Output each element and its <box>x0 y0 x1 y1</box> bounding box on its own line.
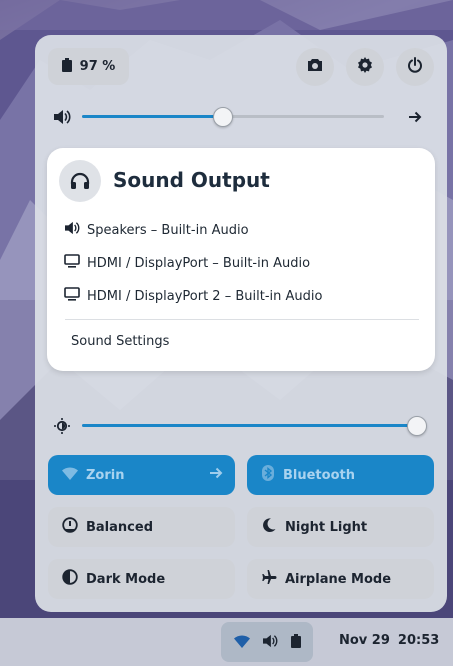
wifi-toggle[interactable]: Zorin <box>48 455 235 495</box>
output-device-label: HDMI / DisplayPort – Built-in Audio <box>87 255 311 271</box>
monitor-icon <box>64 254 80 272</box>
airplane-mode-toggle[interactable]: Airplane Mode <box>247 559 434 599</box>
volume-slider-fill <box>82 115 224 118</box>
gear-icon <box>357 57 373 77</box>
power-mode-label: Balanced <box>86 519 153 535</box>
output-device-speakers[interactable]: Speakers – Built-in Audio <box>64 218 249 242</box>
sound-output-title: Sound Output <box>113 168 270 192</box>
clock[interactable]: Nov 29 20:53 <box>339 633 439 648</box>
monitor-icon <box>64 287 80 305</box>
battery-status[interactable]: 97 % <box>48 48 129 85</box>
airplane-mode-label: Airplane Mode <box>285 571 392 587</box>
airplane-icon <box>261 569 277 589</box>
power-mode-toggle[interactable]: Balanced <box>48 507 235 547</box>
settings-button[interactable] <box>346 48 384 86</box>
output-device-label: Speakers – Built-in Audio <box>87 222 249 238</box>
gauge-icon <box>62 517 78 537</box>
headphones-icon <box>59 160 101 202</box>
battery-icon <box>61 57 72 76</box>
volume-icon[interactable] <box>52 107 72 127</box>
volume-slider-handle[interactable] <box>213 107 233 127</box>
wifi-icon <box>233 633 250 652</box>
night-light-label: Night Light <box>285 519 368 535</box>
wifi-menu-arrow-icon[interactable] <box>209 467 223 483</box>
brightness-slider[interactable] <box>82 424 418 427</box>
output-device-label: HDMI / DisplayPort 2 – Built-in Audio <box>87 288 323 304</box>
night-light-toggle[interactable]: Night Light <box>247 507 434 547</box>
dark-mode-icon <box>62 569 78 589</box>
wifi-icon <box>62 466 78 484</box>
volume-slider[interactable] <box>82 115 384 118</box>
brightness-slider-handle[interactable] <box>407 416 427 436</box>
wifi-network-label: Zorin <box>86 467 125 483</box>
speaker-icon <box>64 221 80 239</box>
sound-output-menu: Sound Output Speakers – Built-in Audio H… <box>47 148 435 371</box>
clock-time: 20:53 <box>397 633 440 648</box>
system-tray[interactable] <box>221 622 313 662</box>
brightness-icon <box>52 416 72 436</box>
bluetooth-icon <box>261 465 275 485</box>
dark-mode-label: Dark Mode <box>86 571 166 587</box>
dark-mode-toggle[interactable]: Dark Mode <box>48 559 235 599</box>
sound-settings-link[interactable]: Sound Settings <box>71 334 169 349</box>
audio-output-menu-arrow-icon[interactable] <box>405 107 425 127</box>
clock-date: Nov 29 <box>339 633 390 648</box>
volume-icon <box>262 633 278 652</box>
power-icon <box>407 57 423 77</box>
camera-icon <box>307 58 323 76</box>
output-device-hdmi-2[interactable]: HDMI / DisplayPort 2 – Built-in Audio <box>64 284 322 308</box>
bluetooth-label: Bluetooth <box>283 467 355 483</box>
battery-icon <box>290 633 301 652</box>
bluetooth-toggle[interactable]: Bluetooth <box>247 455 434 495</box>
output-device-hdmi[interactable]: HDMI / DisplayPort – Built-in Audio <box>64 251 310 275</box>
brightness-slider-fill <box>82 424 418 427</box>
screenshot-button[interactable] <box>296 48 334 86</box>
moon-icon <box>261 517 277 537</box>
menu-separator <box>65 319 419 320</box>
power-button[interactable] <box>396 48 434 86</box>
battery-percentage: 97 % <box>79 59 116 74</box>
